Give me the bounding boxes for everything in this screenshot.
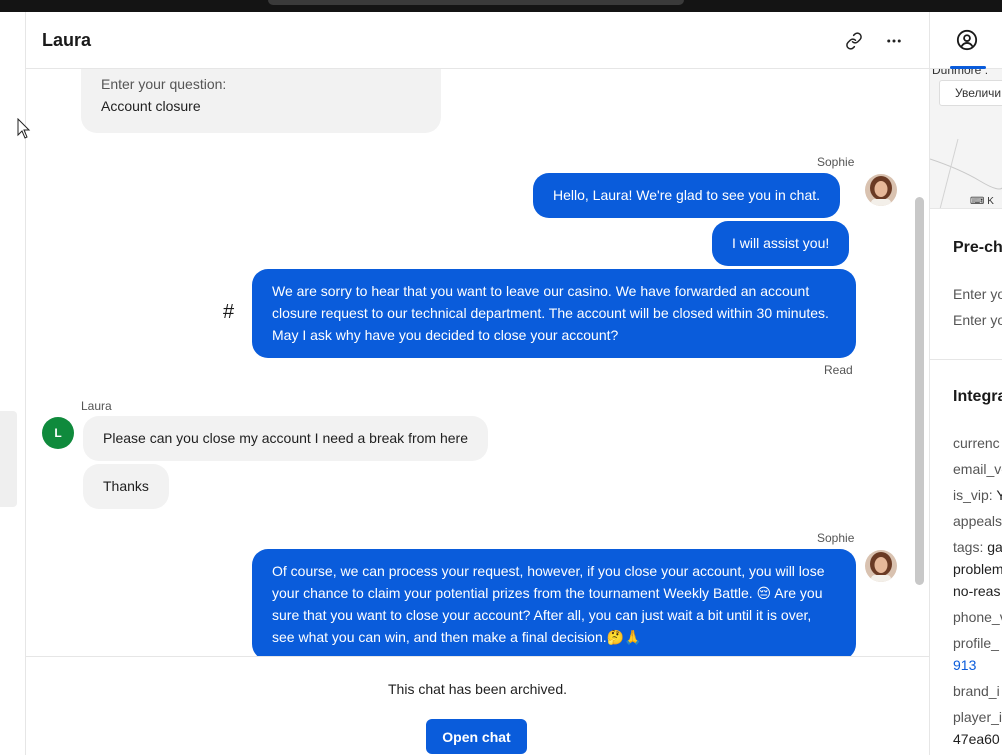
- browser-top-strip: [0, 0, 1002, 12]
- details-tabbar: [930, 12, 1002, 69]
- map-keyboard-label: K: [987, 196, 994, 207]
- field-key: currenc: [953, 435, 1000, 451]
- prechat-section-title: Pre-ch: [953, 239, 1002, 256]
- integration-field: email_ve: [953, 461, 1002, 477]
- agent-message: We are sorry to hear that you want to le…: [252, 269, 856, 358]
- integration-field: profile_: [953, 635, 999, 651]
- location-map[interactable]: Dunmore : Увеличи ⌨ K: [930, 69, 1002, 209]
- field-key: is_vip:: [953, 487, 993, 503]
- integration-field: 47ea60: [953, 731, 1000, 747]
- open-chat-button[interactable]: Open chat: [426, 719, 527, 754]
- agent-avatar: [865, 550, 897, 582]
- archived-notice: This chat has been archived.: [388, 681, 567, 697]
- visitor-message: Please can you close my account I need a…: [83, 416, 488, 461]
- form-label: Enter your question:: [101, 76, 227, 92]
- keyboard-icon: ⌨ K: [970, 196, 994, 207]
- field-value: 47ea60: [953, 731, 1000, 747]
- chat-title: Laura: [42, 30, 92, 50]
- link-icon[interactable]: [842, 29, 866, 53]
- profile-link[interactable]: 913: [953, 657, 976, 673]
- form-value: Account closure: [101, 98, 201, 114]
- prechat-line: Enter yo: [953, 312, 1002, 328]
- field-key: appeals: [953, 513, 1002, 529]
- field-value: Y: [996, 487, 1002, 503]
- address-bar-edge: [268, 0, 684, 5]
- integration-field: tags: ga: [953, 539, 1002, 555]
- mouse-cursor-icon: [17, 117, 31, 145]
- integration-section-title: Integra: [953, 388, 1002, 405]
- visitor-avatar: L: [42, 417, 74, 449]
- map-place-label: Dunmore :: [932, 69, 989, 77]
- field-key: player_i: [953, 709, 1002, 725]
- integration-field: no-reas: [953, 583, 1000, 599]
- agent-avatar: [865, 174, 897, 206]
- field-key: brand_i: [953, 683, 1000, 699]
- chat-header: Laura: [26, 12, 929, 69]
- message-list[interactable]: Enter your question: Account closure Sop…: [26, 69, 929, 656]
- chat-pane: Laura Enter your question: Account closu…: [26, 12, 929, 755]
- field-value: ga: [987, 539, 1002, 555]
- integration-field: brand_i: [953, 683, 1000, 699]
- chat-footer: This chat has been archived. Open chat: [26, 656, 929, 755]
- sender-name: Sophie: [817, 155, 855, 169]
- user-circle-icon[interactable]: [956, 29, 980, 53]
- sender-name: Laura: [81, 399, 112, 413]
- visitor-message: Thanks: [83, 464, 169, 509]
- field-key: email_ve: [953, 461, 1002, 477]
- scrollbar-thumb[interactable]: [915, 197, 924, 585]
- details-panel: Dunmore : Увеличи ⌨ K Pre-ch Enter yo En…: [929, 12, 1002, 755]
- agent-message: Of course, we can process your request, …: [252, 549, 856, 656]
- map-zoom-button[interactable]: Увеличи: [939, 80, 1002, 106]
- collapsed-panel-tab[interactable]: [0, 411, 17, 507]
- more-icon[interactable]: [882, 29, 906, 53]
- integration-field: problem: [953, 561, 1002, 577]
- agent-message: I will assist you!: [712, 221, 850, 266]
- field-value: no-reas: [953, 583, 1001, 599]
- sender-name: Sophie: [817, 531, 855, 545]
- field-key: profile_: [953, 635, 999, 651]
- read-status: Read: [824, 363, 853, 377]
- integration-field: currenc: [953, 435, 1000, 451]
- section-divider: [930, 359, 1002, 360]
- hash-marker: #: [223, 301, 235, 323]
- integration-field: phone_v: [953, 609, 1002, 625]
- integration-field: player_i: [953, 709, 1002, 725]
- integration-field: is_vip: Y: [953, 487, 1002, 503]
- prechat-line: Enter yo: [953, 286, 1002, 302]
- field-key: phone_v: [953, 609, 1002, 625]
- prechat-form-bubble: Enter your question: Account closure: [81, 69, 441, 133]
- field-key: tags:: [953, 539, 984, 555]
- field-value: problem: [953, 561, 1002, 577]
- agent-message: Hello, Laura! We're glad to see you in c…: [533, 173, 841, 218]
- integration-field: appeals: [953, 513, 1002, 529]
